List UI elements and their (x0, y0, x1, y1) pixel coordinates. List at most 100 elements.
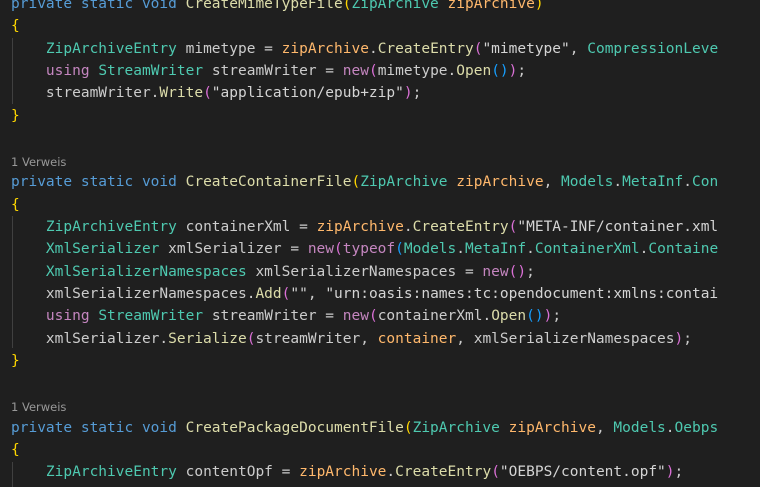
code-token: ZipArchive (360, 174, 457, 191)
code-token: } (11, 352, 20, 369)
code-token: { (11, 442, 20, 458)
code-line[interactable]: private static void CreateContainerFile(… (11, 171, 718, 193)
code-line[interactable]: { (11, 439, 20, 461)
code-token: private static void (11, 0, 186, 12)
code-token: "urn:oasis:names:tc:opendocument:xmlns:c… (325, 285, 719, 302)
code-token: private static void (11, 419, 186, 436)
code-token: "" (290, 285, 308, 302)
code-token: . (456, 241, 466, 258)
code-token: ZipArchive (412, 419, 509, 436)
code-token: zipArchive (456, 174, 544, 191)
code-line[interactable]: } (11, 350, 20, 372)
code-token: zipArchive (316, 219, 404, 235)
code-token: ; (683, 330, 692, 347)
code-token: () (491, 62, 509, 79)
code-token: ) (403, 85, 413, 102)
code-token: , (307, 285, 326, 302)
code-token: ZipArchiveEntry (11, 464, 186, 481)
code-token: ) (674, 330, 684, 347)
code-line[interactable]: { (11, 15, 20, 37)
codelens-references[interactable]: 1 Verweis (11, 399, 66, 415)
code-line[interactable]: XmlSerializerNamespaces xmlSerializerNam… (11, 261, 535, 283)
code-token: "META-INF/container.xml (517, 219, 719, 235)
code-token: MetaInf (622, 174, 684, 191)
code-line[interactable]: ZipArchiveEntry contentOpf = zipArchive.… (11, 461, 683, 483)
code-token: ( (368, 308, 378, 325)
code-token: ) (665, 464, 675, 481)
code-token: ( (368, 62, 378, 79)
code-token: XmlSerializerNamespaces (11, 263, 256, 280)
code-token: { (11, 18, 20, 35)
code-token: MetaInf (465, 241, 527, 258)
code-token: ContainerXml (534, 241, 640, 258)
code-token: { (11, 196, 20, 213)
code-token: xmlSerializerNamespaces. (11, 285, 256, 302)
code-token: new (307, 241, 335, 258)
code-line[interactable]: private static void CreateMimeTypeFile(Z… (11, 0, 544, 15)
code-line[interactable]: XmlSerializer xmlSerializer = new(typeof… (11, 238, 718, 260)
code-token: ( (203, 85, 212, 102)
code-token: streamWriter, (255, 330, 378, 347)
code-editor[interactable]: private static void CreateMimeTypeFile(Z… (0, 0, 760, 487)
code-token: mimetype = (185, 40, 282, 57)
code-line[interactable]: using StreamWriter streamWriter = new(mi… (11, 60, 526, 82)
code-token: CreatePackageDocumentFile (185, 419, 404, 436)
code-token: "mimetype" (482, 40, 570, 57)
code-token: xmlSerializer. (11, 330, 169, 347)
code-token: ( (334, 241, 343, 258)
code-token: using (11, 62, 99, 79)
code-token: ZipArchiveEntry (11, 219, 186, 235)
code-token: ; (517, 62, 527, 79)
code-token: streamWriter. (11, 85, 160, 102)
code-token: ; (526, 263, 535, 280)
code-token: } (11, 107, 20, 124)
code-token: () (526, 308, 544, 325)
code-token: Models (613, 419, 666, 436)
codelens-references[interactable]: 1 Verweis (11, 154, 66, 170)
code-token: new (342, 308, 369, 325)
code-token: . (665, 419, 675, 436)
code-token: zipArchive (281, 40, 369, 57)
code-token: ; (412, 85, 422, 102)
code-token: Serialize (168, 330, 247, 347)
code-token: containerXml = (185, 219, 317, 235)
code-token: Write (159, 85, 204, 102)
code-token: Models (561, 174, 614, 191)
code-token: Containe (648, 241, 719, 258)
code-token: , (543, 174, 562, 191)
code-token: . (368, 40, 378, 57)
code-line[interactable]: xmlSerializerNamespaces.Add("", "urn:oas… (11, 283, 718, 305)
code-token: . (386, 464, 396, 481)
code-token: . (403, 219, 413, 235)
code-token: zipArchive (447, 0, 535, 12)
code-token: ( (403, 419, 413, 436)
code-token: zipArchive (508, 419, 596, 436)
code-token: ; (674, 464, 684, 481)
code-token: . (613, 174, 623, 191)
code-line[interactable]: using StreamWriter streamWriter = new(co… (11, 305, 561, 327)
code-token: XmlSerializer (11, 241, 169, 258)
code-token: zipArchive (299, 464, 387, 481)
code-token: , (569, 40, 588, 57)
code-line[interactable]: streamWriter.Write("application/epub+zip… (11, 82, 421, 104)
code-token: streamWriter = (211, 62, 343, 79)
code-token: , xmlSerializerNamespaces (456, 330, 675, 347)
code-line[interactable]: ZipArchiveEntry mimetype = zipArchive.Cr… (11, 38, 718, 60)
code-token: streamWriter = (211, 308, 343, 325)
code-line[interactable]: ZipArchiveEntry containerXml = zipArchiv… (11, 216, 718, 238)
code-token: ( (395, 241, 404, 258)
code-token: StreamWriter (98, 62, 212, 79)
code-token: using (11, 308, 99, 325)
code-token: xmlSerializerNamespaces = (255, 263, 483, 280)
code-token: new (342, 62, 369, 79)
code-token: CreateEntry (412, 219, 509, 235)
code-token: Models (403, 241, 457, 258)
code-line[interactable]: } (11, 105, 20, 127)
code-token: containerXml. (377, 308, 492, 325)
code-line[interactable]: private static void CreatePackageDocumen… (11, 417, 718, 439)
code-token: CreateEntry (377, 40, 474, 57)
code-token: CompressionLeve (587, 40, 719, 57)
code-token: StreamWriter (98, 308, 212, 325)
code-line[interactable]: { (11, 194, 20, 216)
code-line[interactable]: xmlSerializer.Serialize(streamWriter, co… (11, 328, 692, 350)
